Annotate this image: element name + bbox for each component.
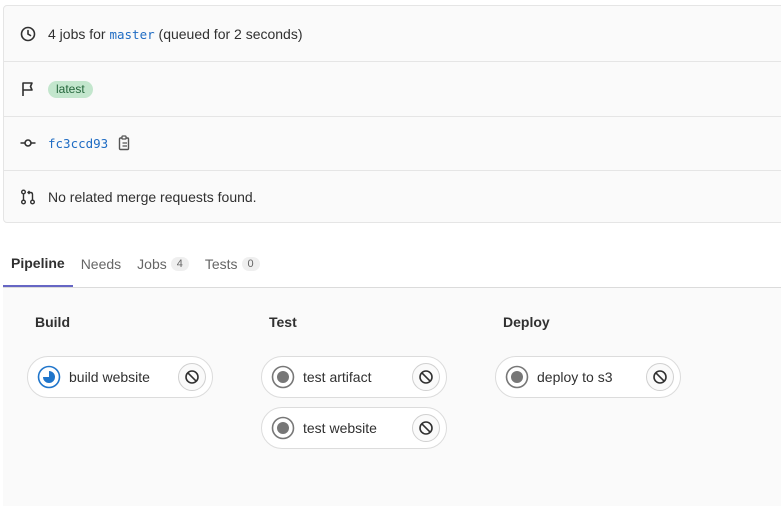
pipeline-tabs: Pipeline Needs Jobs 4 Tests 0: [3, 240, 781, 288]
pipeline-graph: Build Test Deploy build website test art…: [3, 288, 781, 506]
job-deploy-to-s3[interactable]: deploy to s3: [495, 356, 681, 398]
job-test-artifact[interactable]: test artifact: [261, 356, 447, 398]
status-created-icon: [505, 365, 529, 389]
flag-icon: [20, 81, 36, 97]
tab-label: Needs: [80, 255, 122, 272]
tests-count-badge: 0: [241, 256, 260, 271]
job-test-website[interactable]: test website: [261, 407, 447, 449]
clock-icon: [20, 26, 36, 42]
stage-title-build: Build: [35, 314, 70, 330]
tab-label: Pipeline: [11, 254, 65, 271]
pipeline-info-box: 4 jobs for master (queued for 2 seconds)…: [3, 5, 781, 223]
cancel-icon[interactable]: [178, 363, 206, 391]
job-name: test website: [303, 420, 377, 436]
job-name: test artifact: [303, 369, 372, 385]
copy-icon[interactable]: [118, 135, 132, 151]
merge-requests-row: No related merge requests found.: [4, 170, 781, 224]
branch-link[interactable]: master: [109, 27, 154, 42]
tab-tests[interactable]: Tests 0: [197, 240, 268, 287]
cancel-icon[interactable]: [412, 363, 440, 391]
tab-jobs[interactable]: Jobs 4: [129, 240, 197, 287]
commit-icon: [20, 135, 36, 151]
merge-request-icon: [20, 189, 36, 205]
merge-requests-text: No related merge requests found.: [48, 189, 257, 205]
job-build-website[interactable]: build website: [27, 356, 213, 398]
jobs-count-text: 4 jobs for: [48, 26, 106, 42]
cancel-icon[interactable]: [412, 414, 440, 442]
commit-row: fc3ccd93: [4, 116, 781, 170]
jobs-summary-row: 4 jobs for master (queued for 2 seconds): [4, 7, 781, 61]
status-running-icon: [37, 365, 61, 389]
stage-title-test: Test: [269, 314, 297, 330]
job-name: build website: [69, 369, 150, 385]
jobs-count-badge: 4: [170, 256, 189, 271]
tab-needs[interactable]: Needs: [73, 240, 129, 287]
badges-row: latest: [4, 62, 781, 116]
tab-label: Jobs: [137, 255, 167, 272]
tab-pipeline[interactable]: Pipeline: [3, 240, 73, 287]
cancel-icon[interactable]: [646, 363, 674, 391]
commit-sha-link[interactable]: fc3ccd93: [48, 136, 108, 151]
tab-label: Tests: [204, 255, 238, 272]
status-created-icon: [271, 365, 295, 389]
status-created-icon: [271, 416, 295, 440]
latest-badge: latest: [48, 80, 93, 98]
stage-title-deploy: Deploy: [503, 314, 550, 330]
queued-text: (queued for 2 seconds): [158, 26, 303, 42]
job-name: deploy to s3: [537, 369, 613, 385]
